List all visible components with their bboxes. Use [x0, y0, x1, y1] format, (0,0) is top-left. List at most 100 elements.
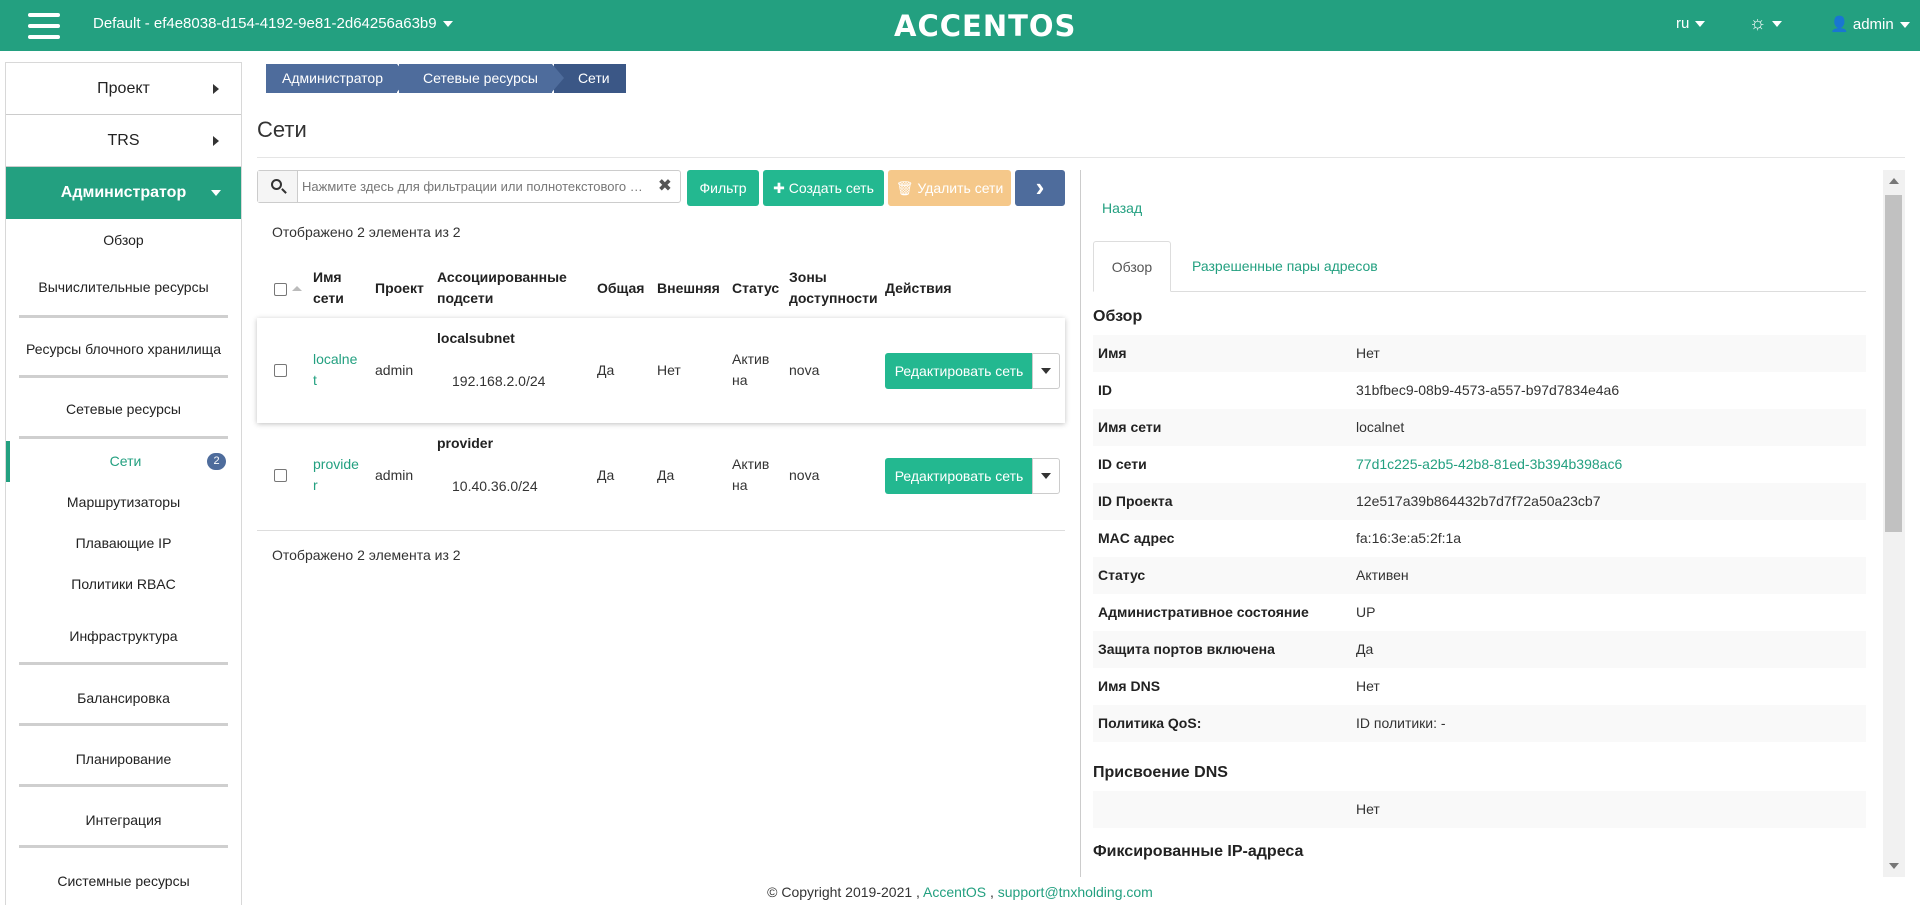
- sidebar-item-label: Сети: [109, 453, 142, 469]
- back-link[interactable]: Назад: [1102, 200, 1142, 216]
- detail-value: fa:16:3e:a5:2f:1a: [1356, 530, 1462, 546]
- external-cell: Нет: [657, 362, 681, 378]
- page-title: Сети: [257, 117, 307, 142]
- sort-icon[interactable]: [292, 286, 302, 291]
- language-selector[interactable]: ru: [1676, 15, 1706, 32]
- items-count-bottom: Отображено 2 элемента из 2: [272, 547, 461, 563]
- create-network-label: Создать сеть: [788, 180, 874, 196]
- user-menu[interactable]: 👤 admin: [1830, 15, 1910, 33]
- chevron-right-icon: [213, 136, 219, 146]
- filter-button[interactable]: Фильтр: [687, 170, 759, 206]
- search-box: ✖: [257, 170, 681, 203]
- sidebar-item-routers[interactable]: Маршрутизаторы: [6, 482, 241, 523]
- sidebar-item-compute[interactable]: Вычислительные ресурсы: [19, 261, 228, 318]
- subnet-name: localsubnet: [437, 330, 515, 346]
- delete-networks-button[interactable]: 🗑 Удалить сети: [888, 170, 1011, 206]
- detail-key: ID Проекта: [1098, 493, 1173, 509]
- sidebar-item-label: Маршрутизаторы: [66, 494, 181, 510]
- brand-link[interactable]: AccentOS: [923, 884, 986, 900]
- detail-row-mac: MAC адрес fa:16:3e:a5:2f:1a: [1093, 520, 1866, 557]
- sidebar-item-networks[interactable]: Сети 2: [6, 441, 241, 482]
- status-line: Актив: [732, 456, 770, 472]
- search-input[interactable]: [302, 171, 652, 202]
- scroll-up-icon[interactable]: [1889, 178, 1899, 184]
- network-name-link[interactable]: provide r: [313, 454, 359, 496]
- table-row[interactable]: provide r admin provider 10.40.36.0/24 Д…: [257, 423, 1065, 528]
- scrollbar[interactable]: [1883, 170, 1905, 877]
- sidebar-item-trs[interactable]: TRS: [6, 115, 241, 167]
- column-header-name[interactable]: Имя сети: [313, 267, 344, 309]
- sidebar-item-balancing[interactable]: Балансировка: [19, 665, 228, 726]
- select-all-checkbox[interactable]: [274, 283, 287, 296]
- breadcrumb-networks[interactable]: Сети: [553, 64, 626, 93]
- create-network-button[interactable]: ✚ Создать сеть: [763, 170, 884, 206]
- detail-key: Имя: [1098, 345, 1127, 361]
- column-header-subnets[interactable]: Ассоциированные подсети: [437, 267, 567, 309]
- column-header-zones[interactable]: Зоны доступности: [789, 267, 878, 309]
- breadcrumb-network-resources[interactable]: Сетевые ресурсы: [399, 64, 564, 93]
- detail-key: Административное состояние: [1098, 604, 1309, 620]
- chevron-down-icon: [1041, 368, 1051, 374]
- count-badge: 2: [207, 453, 226, 470]
- scroll-down-icon[interactable]: [1889, 863, 1899, 869]
- divider: [257, 530, 1065, 531]
- detail-row-name: Имя Нет: [1093, 335, 1866, 372]
- clear-icon[interactable]: ✖: [658, 176, 672, 196]
- tab-allowed-address-pairs[interactable]: Разрешенные пары адресов: [1192, 241, 1378, 292]
- sidebar-item-overview[interactable]: Обзор: [6, 219, 241, 261]
- sidebar-item-admin[interactable]: Администратор: [6, 167, 241, 219]
- column-header-status[interactable]: Статус: [732, 278, 779, 299]
- table-row[interactable]: localne t admin localsubnet 192.168.2.0/…: [257, 318, 1065, 423]
- sidebar-item-block-storage[interactable]: Ресурсы блочного хранилища: [19, 318, 228, 378]
- plus-icon: ✚: [773, 180, 785, 196]
- row-checkbox[interactable]: [274, 469, 287, 482]
- column-header-external[interactable]: Внешняя: [657, 278, 720, 299]
- sidebar-item-label: Ресурсы блочного хранилища: [26, 341, 221, 357]
- name-line: localne: [313, 351, 358, 367]
- trash-icon: 🗑: [895, 180, 914, 196]
- column-header-actions: Действия: [885, 280, 952, 296]
- sidebar-item-rbac-policies[interactable]: Политики RBAC: [6, 564, 241, 605]
- sidebar-item-infrastructure[interactable]: Инфраструктура: [19, 605, 228, 665]
- detail-key: Статус: [1098, 567, 1146, 583]
- sidebar-item-label: Сетевые ресурсы: [66, 401, 181, 417]
- sidebar-item-planning[interactable]: Планирование: [19, 726, 228, 787]
- next-page-button[interactable]: ›: [1015, 170, 1065, 206]
- row-checkbox[interactable]: [274, 364, 287, 377]
- network-name-link[interactable]: localne t: [313, 349, 357, 391]
- settings-menu[interactable]: ☼: [1749, 13, 1783, 35]
- breadcrumb-admin[interactable]: Администратор: [266, 64, 410, 93]
- detail-value: 12e517a39b864432b7d7f72a50a23cb7: [1356, 493, 1601, 509]
- support-email-link[interactable]: support@tnxholding.com: [998, 884, 1153, 900]
- chevron-down-icon: [1772, 20, 1783, 27]
- tab-overview[interactable]: Обзор: [1093, 241, 1171, 292]
- sidebar-item-integration[interactable]: Интеграция: [19, 787, 228, 848]
- column-header-project[interactable]: Проект: [375, 278, 424, 299]
- row-actions-dropdown[interactable]: [1032, 353, 1060, 389]
- detail-row-id: ID 31bfbec9-08b9-4573-a557-b97d7834e4a6: [1093, 372, 1866, 409]
- table-header: Имя сети Проект Ассоциированные подсети …: [257, 265, 1065, 315]
- network-id-link[interactable]: 77d1c225-a2b5-42b8-81ed-3b394b398ac6: [1356, 446, 1622, 483]
- sidebar-item-label: Администратор: [60, 184, 187, 201]
- hamburger-menu-icon[interactable]: [28, 13, 60, 39]
- edit-network-button[interactable]: Редактировать сеть: [885, 353, 1033, 389]
- project-selector[interactable]: Default - ef4e8038-d154-4192-9e81-2d6425…: [93, 15, 453, 32]
- sidebar-item-floating-ips[interactable]: Плавающие IP: [6, 523, 241, 564]
- row-actions-dropdown[interactable]: [1032, 458, 1060, 494]
- edit-network-button[interactable]: Редактировать сеть: [885, 458, 1033, 494]
- search-button[interactable]: [258, 171, 298, 202]
- column-header-shared[interactable]: Общая: [597, 278, 644, 299]
- status-line: Актив: [732, 351, 770, 367]
- sidebar-item-network-resources[interactable]: Сетевые ресурсы: [19, 378, 228, 439]
- detail-row-port-security: Защита портов включена Да: [1093, 631, 1866, 668]
- detail-value: localnet: [1356, 419, 1405, 435]
- chevron-down-icon: [1899, 22, 1910, 29]
- detail-row-network-id: ID сети 77d1c225-a2b5-42b8-81ed-3b394b39…: [1093, 446, 1866, 483]
- scrollbar-thumb[interactable]: [1885, 195, 1902, 532]
- status-line: на: [732, 477, 748, 493]
- sidebar-item-project[interactable]: Проект: [6, 63, 241, 115]
- sidebar-item-label: Балансировка: [77, 690, 170, 706]
- chevron-down-icon: [1041, 473, 1051, 479]
- filter-button-label: Фильтр: [699, 180, 747, 196]
- divider: [257, 157, 1905, 158]
